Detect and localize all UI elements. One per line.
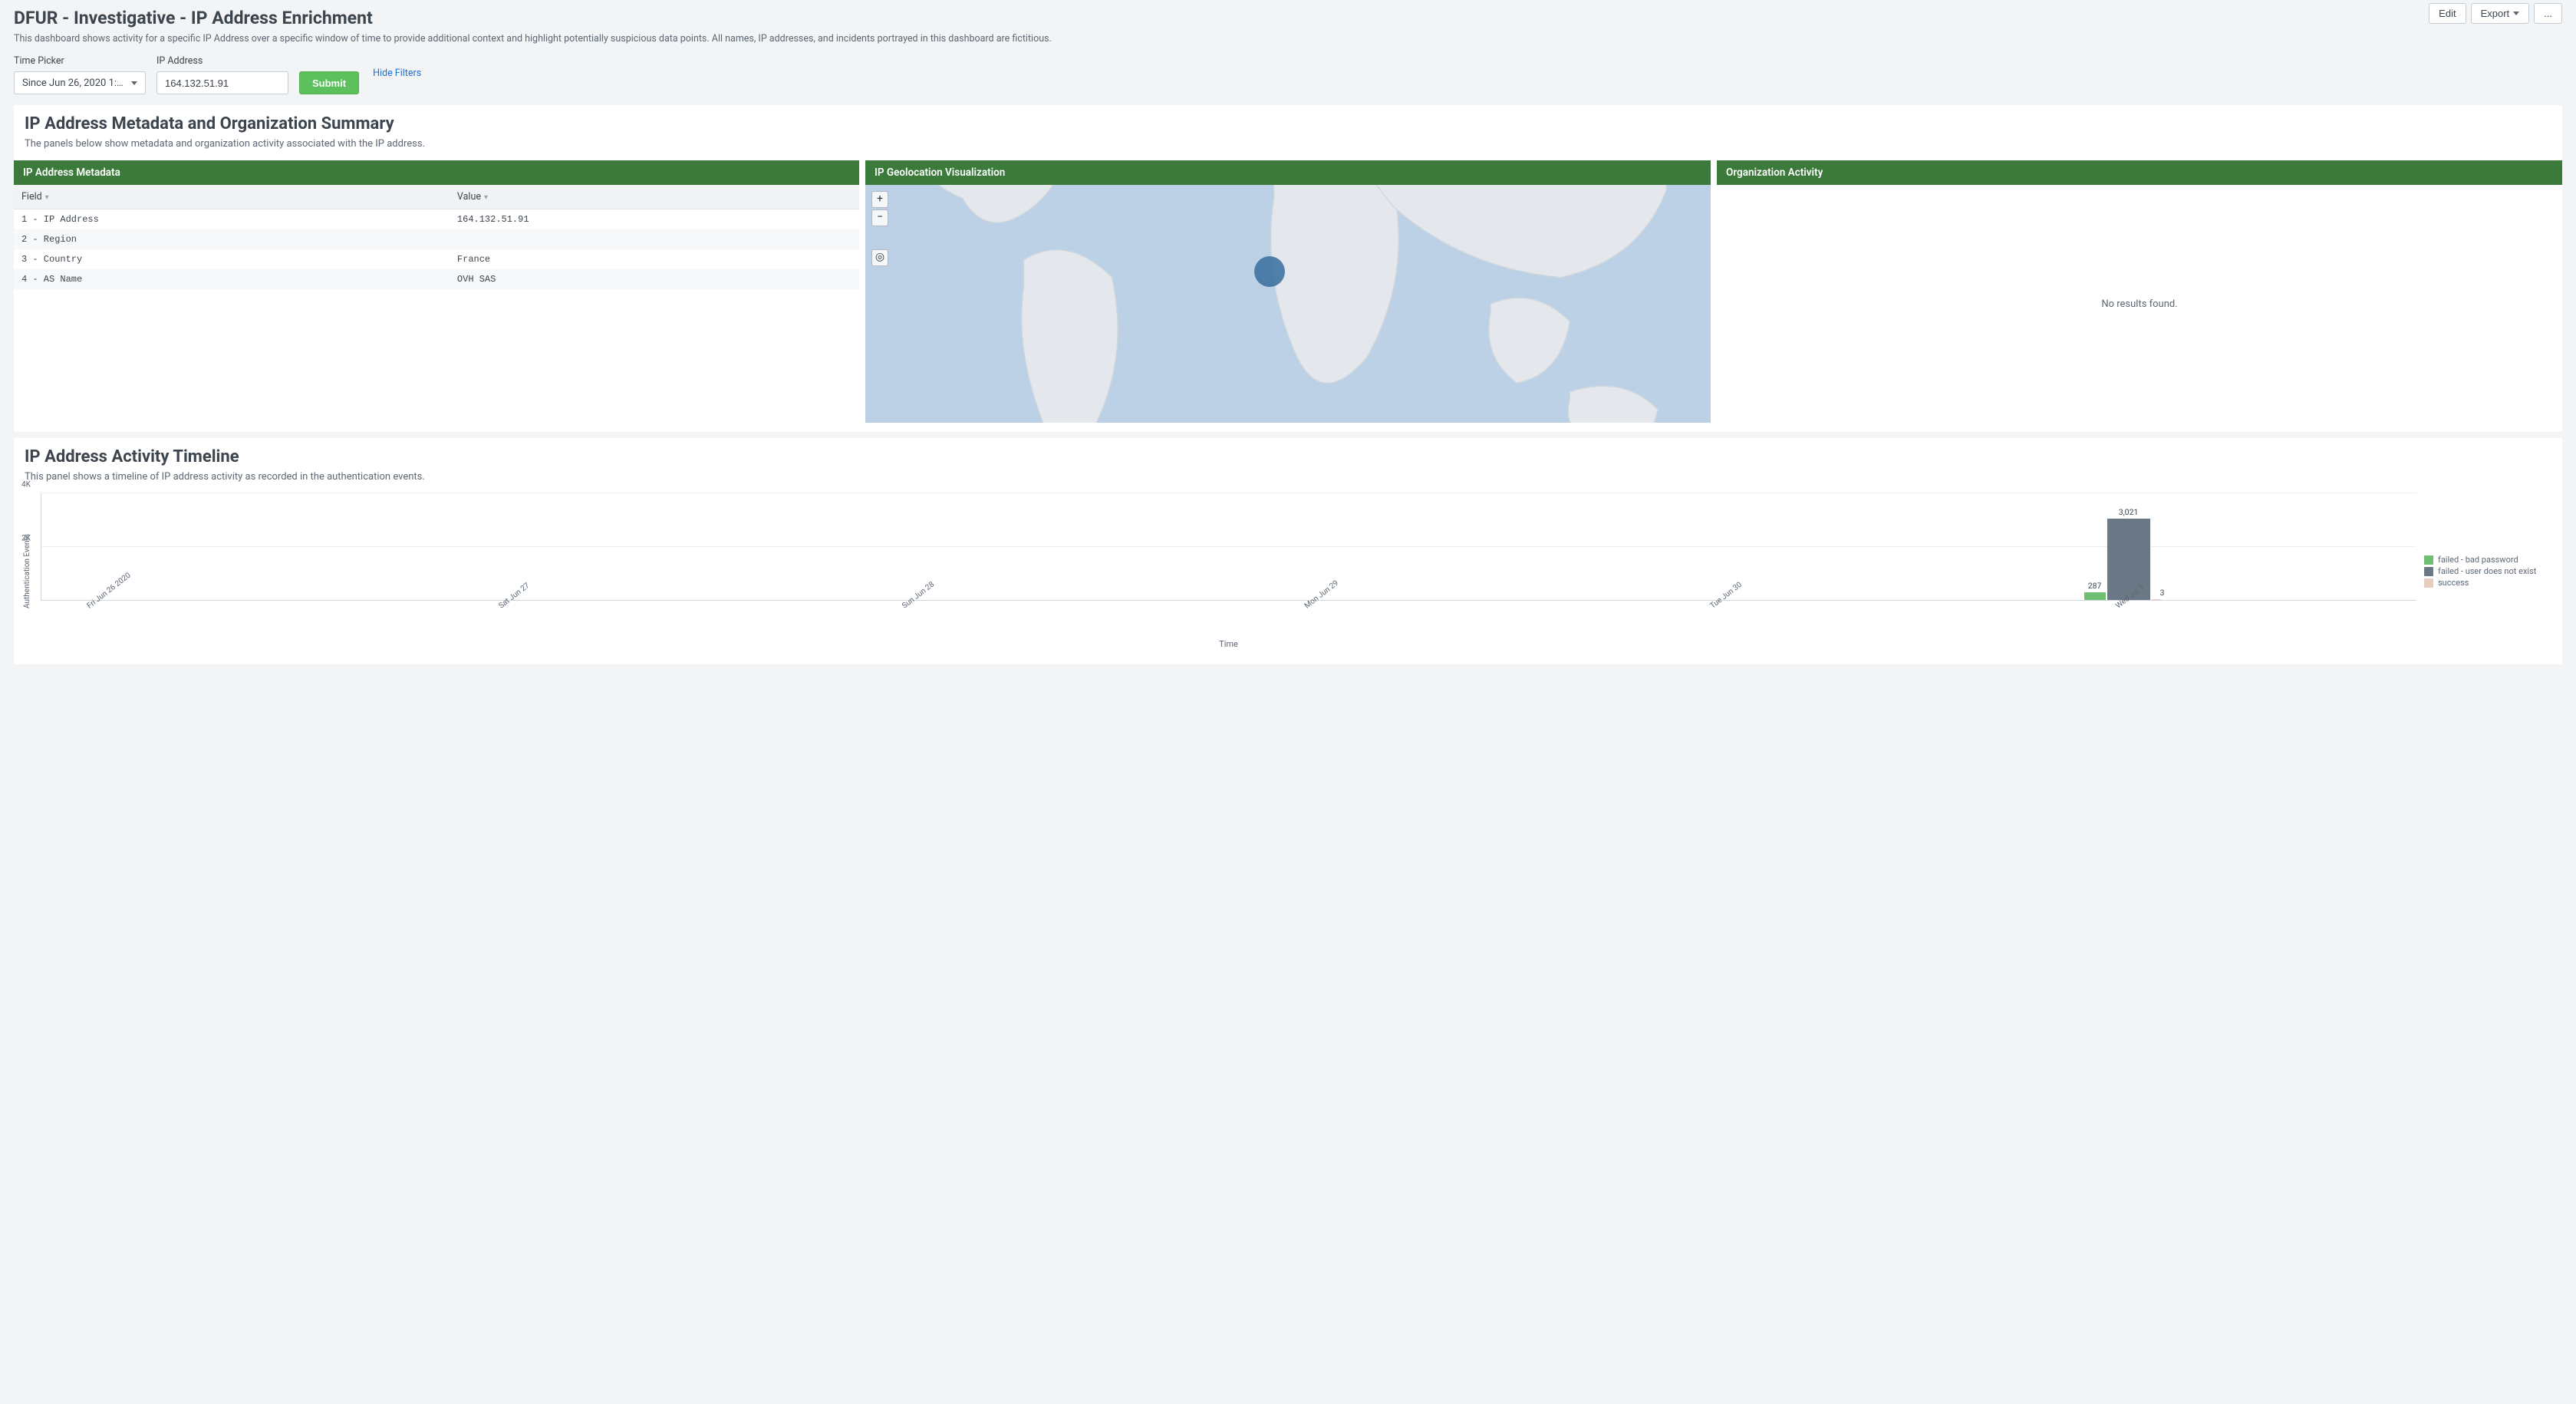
table-row: 1 - IP Address164.132.51.91 (14, 209, 859, 230)
bar-failed-bad-password (2084, 592, 2106, 600)
section-timeline-description: This panel shows a timeline of IP addres… (25, 471, 2551, 483)
bar-label: 287 (2088, 581, 2102, 591)
more-actions-button[interactable]: ... (2534, 3, 2562, 24)
x-axis-ticks: Fri Jun 26 2020 Sat Jun 27 Sun Jun 28 Mo… (41, 601, 2416, 638)
export-label: Export (2481, 8, 2510, 19)
legend-swatch-icon (2424, 578, 2433, 588)
caret-down-icon (131, 81, 137, 85)
time-picker-label: Time Picker (14, 55, 146, 67)
timeline-chart[interactable]: 2K 4K 287 3,021 (41, 493, 2416, 601)
dashboard-title: DFUR - Investigative - IP Address Enrich… (14, 8, 2562, 28)
time-picker-dropdown[interactable]: Since Jun 26, 2020 1:00:05... (14, 71, 146, 94)
section-metadata-title: IP Address Metadata and Organization Sum… (25, 114, 2551, 133)
table-row: 3 - CountryFrance (14, 249, 859, 269)
edit-button[interactable]: Edit (2429, 3, 2466, 24)
hide-filters-link[interactable]: Hide Filters (373, 68, 421, 82)
col-value[interactable]: Value▾ (450, 185, 859, 209)
col-field[interactable]: Field▾ (14, 185, 450, 209)
map-zoom-in-button[interactable]: + (871, 191, 888, 208)
chart-x-axis-label: Time (41, 639, 2416, 649)
panel-organization-activity: Organization Activity No results found. (1717, 160, 2562, 423)
ytick: 4K (21, 481, 31, 489)
map-zoom-out-button[interactable]: − (871, 209, 888, 226)
panel-organization-activity-header: Organization Activity (1717, 160, 2562, 185)
no-results-text: No results found. (1717, 185, 2562, 423)
panel-ip-metadata: IP Address Metadata Field▾ Value▾ 1 - IP… (14, 160, 859, 423)
time-picker-value: Since Jun 26, 2020 1:00:05... (22, 77, 125, 89)
legend-item[interactable]: failed - bad password (2424, 555, 2548, 565)
chart-y-axis-label: Authentication Events (21, 534, 33, 608)
ip-metadata-table: Field▾ Value▾ 1 - IP Address164.132.51.9… (14, 185, 859, 289)
table-row: 4 - AS NameOVH SAS (14, 269, 859, 289)
legend-swatch-icon (2424, 567, 2433, 576)
legend-item[interactable]: success (2424, 578, 2548, 588)
bar-label: 3 (2160, 588, 2165, 598)
map-canvas[interactable]: + − ◎ (865, 185, 1711, 423)
dashboard-description: This dashboard shows activity for a spec… (14, 33, 2562, 44)
legend-swatch-icon (2424, 555, 2433, 565)
bar-success (2152, 599, 2161, 600)
submit-button[interactable]: Submit (299, 71, 359, 94)
panel-ip-metadata-header: IP Address Metadata (14, 160, 859, 185)
section-timeline-title: IP Address Activity Timeline (25, 447, 2551, 466)
ip-address-label: IP Address (156, 55, 288, 67)
caret-down-icon (2513, 12, 2519, 15)
legend-item[interactable]: failed - user does not exist (2424, 566, 2548, 576)
export-button[interactable]: Export (2471, 3, 2530, 24)
table-row: 2 - Region (14, 229, 859, 249)
sort-icon: ▾ (484, 193, 488, 202)
panel-ip-geolocation: IP Geolocation Visualization (865, 160, 1711, 423)
world-map-svg (865, 185, 1711, 423)
ytick: 2K (21, 534, 31, 542)
ip-address-input[interactable] (165, 77, 280, 89)
section-metadata-description: The panels below show metadata and organ… (25, 138, 2551, 150)
sort-icon: ▾ (45, 193, 49, 202)
panel-ip-geolocation-header: IP Geolocation Visualization (865, 160, 1711, 185)
map-marker (1254, 256, 1285, 287)
chart-legend: failed - bad password failed - user does… (2424, 493, 2555, 649)
bar-label: 3,021 (2119, 507, 2139, 517)
map-locate-button[interactable]: ◎ (871, 249, 888, 266)
